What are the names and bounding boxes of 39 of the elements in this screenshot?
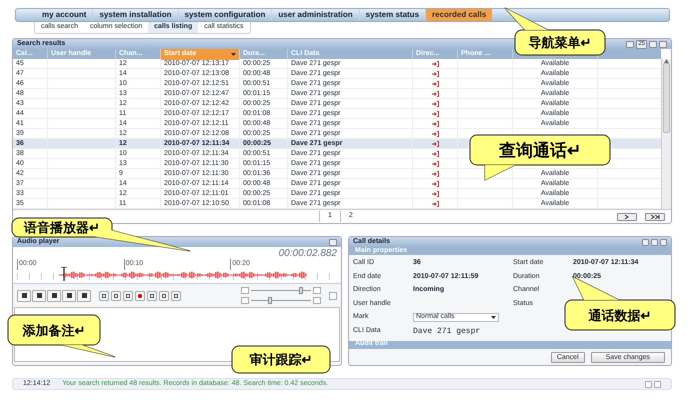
callout-text: 语音播放器↵: [22, 220, 101, 235]
incoming-arrow-icon: [432, 131, 438, 138]
nav-tab[interactable]: system configuration: [178, 9, 272, 21]
incoming-arrow-icon: [432, 201, 438, 208]
nav-tab[interactable]: recorded calls: [426, 9, 492, 21]
incoming-arrow-icon: [432, 191, 438, 198]
cli-value: Dave 271 gespr: [413, 326, 482, 338]
last-page-button[interactable]: [645, 212, 665, 220]
caret-icon: [491, 316, 496, 319]
incoming-arrow-icon: [432, 161, 438, 168]
playback-time: 00:00:02.882: [278, 246, 337, 260]
incoming-arrow-icon: [432, 101, 438, 108]
incoming-arrow-icon: [432, 81, 438, 88]
record-icon[interactable]: [135, 290, 145, 300]
scroll-thumb[interactable]: [663, 63, 670, 133]
incoming-arrow-icon: [432, 91, 438, 98]
next-page-button[interactable]: [617, 212, 637, 220]
slider-thumb[interactable]: [268, 297, 272, 304]
incoming-arrow-icon: [432, 111, 438, 118]
callout-text: 添加备注↵: [22, 322, 86, 338]
nav-tab[interactable]: system installation: [93, 9, 178, 21]
nav-tab[interactable]: my account: [36, 9, 94, 21]
callout-text: 通话数据↵: [588, 308, 652, 322]
scrollbar[interactable]: [661, 59, 671, 209]
incoming-arrow-icon: [432, 61, 438, 68]
incoming-arrow-icon: [432, 151, 438, 158]
incoming-arrow-icon: [432, 171, 438, 178]
incoming-arrow-icon: [432, 141, 438, 148]
callout-text: 导航菜单↵: [528, 35, 592, 50]
incoming-arrow-icon: [432, 121, 438, 128]
incoming-arrow-icon: [432, 71, 438, 78]
skip-to-end-icon: [650, 214, 660, 218]
sort-caret-icon: [231, 52, 236, 56]
nav-tab[interactable]: user administration: [272, 9, 360, 21]
slider-thumb[interactable]: [298, 287, 303, 294]
callout-text: 审计跟踪↵: [248, 352, 314, 367]
chevron-right-icon: [624, 214, 630, 218]
incoming-arrow-icon: [432, 181, 438, 188]
stop-icon[interactable]: [32, 290, 46, 302]
